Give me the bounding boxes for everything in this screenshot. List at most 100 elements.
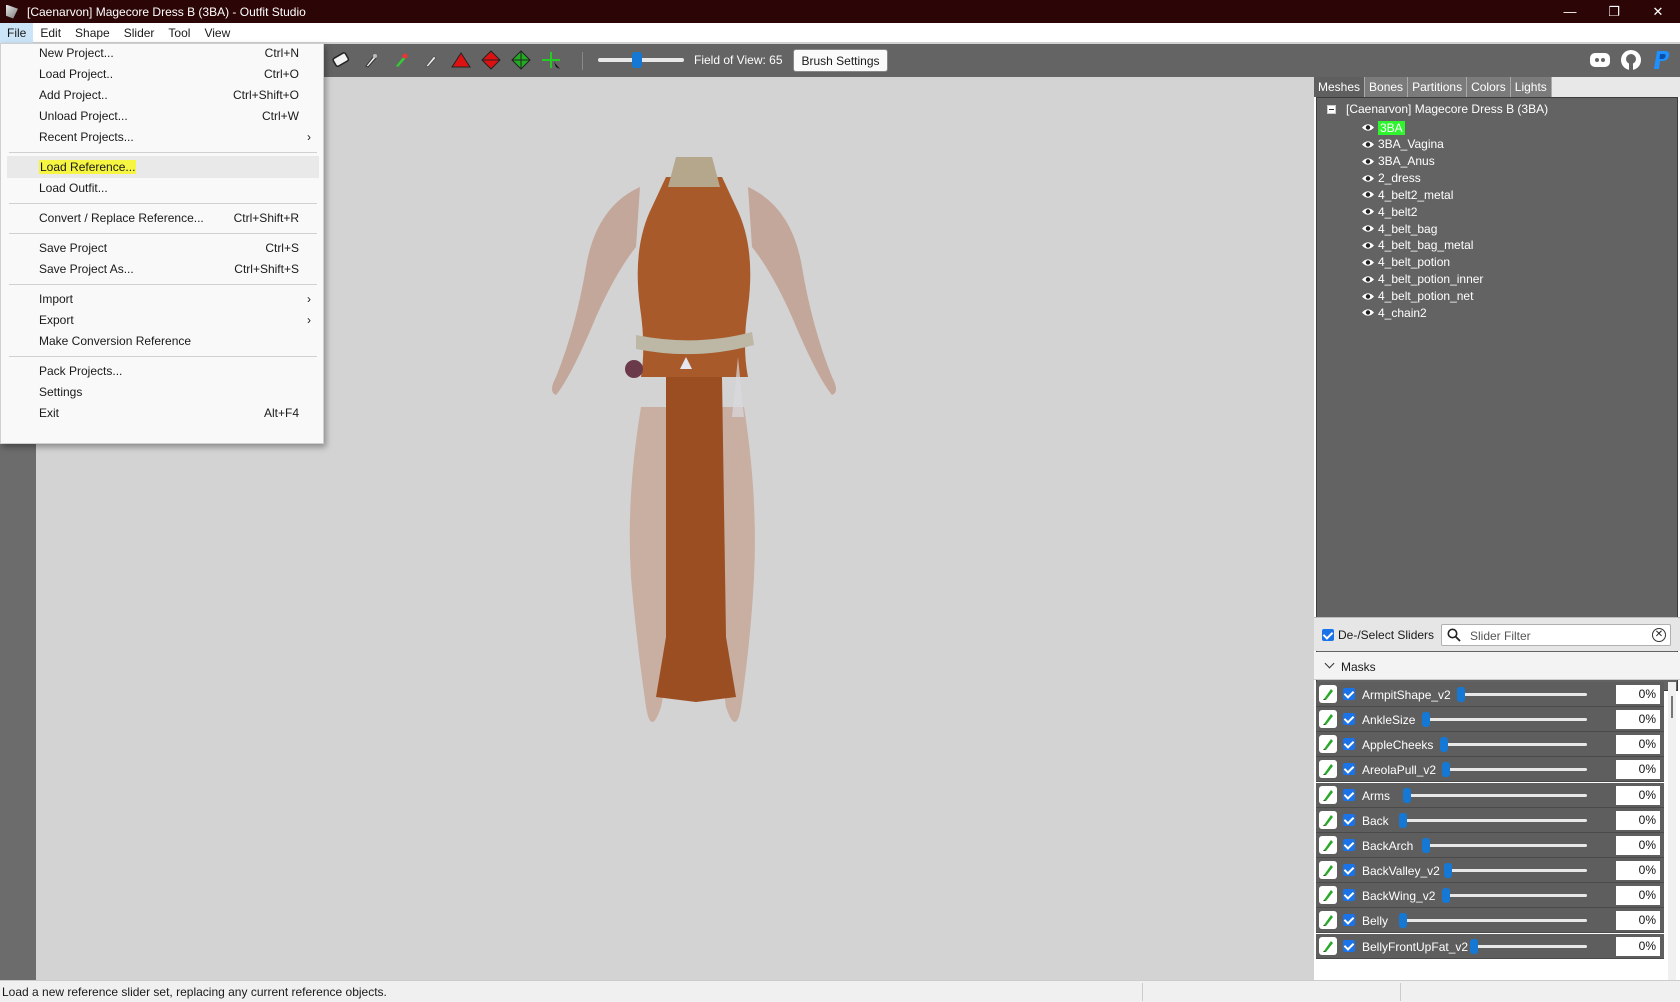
transform-icon[interactable] (540, 50, 562, 70)
smooth-brush-icon[interactable] (420, 50, 442, 70)
menu-convert-replace-reference[interactable]: Convert / Replace Reference... Ctrl+Shif… (7, 207, 319, 229)
eye-icon[interactable] (1361, 123, 1375, 132)
mesh-item[interactable]: 4_chain2 (1361, 304, 1427, 321)
slider-thumb[interactable] (1440, 737, 1448, 753)
mesh-item[interactable]: 4_belt_potion_net (1361, 288, 1473, 305)
slider-track[interactable] (1407, 793, 1587, 797)
slider-row[interactable]: AppleCheeks 0% (1316, 732, 1664, 758)
tree-root[interactable]: [Caenarvon] Magecore Dress B (3BA) (1327, 102, 1548, 116)
menu-save-project[interactable]: Save Project Ctrl+S (7, 237, 319, 259)
menu-recent-projects[interactable]: Recent Projects... › (7, 126, 319, 148)
slider-row[interactable]: AnkleSize 0% (1316, 707, 1664, 733)
menu-shape[interactable]: Shape (68, 23, 117, 43)
masks-section[interactable]: Masks (1314, 652, 1680, 680)
menu-exit[interactable]: Exit Alt+F4 (7, 402, 319, 424)
menu-new-project[interactable]: New Project... Ctrl+N (7, 42, 319, 64)
slider-filter-input[interactable]: Slider Filter ✕ (1441, 624, 1671, 646)
slider-row[interactable]: BackArch 0% (1316, 832, 1664, 858)
slider-value[interactable]: 0% (1616, 735, 1660, 755)
mesh-item[interactable]: 4_belt_bag (1361, 220, 1437, 237)
menu-settings[interactable]: Settings (7, 381, 319, 403)
slider-value[interactable]: 0% (1616, 911, 1660, 931)
menu-add-project[interactable]: Add Project.. Ctrl+Shift+O (7, 84, 319, 106)
mesh-item[interactable]: 4_belt2_metal (1361, 186, 1453, 203)
deselect-checkbox[interactable] (1322, 629, 1334, 641)
green-diamond-icon[interactable] (510, 50, 532, 70)
color-brush-icon[interactable] (390, 50, 412, 70)
slider-thumb[interactable] (1442, 888, 1450, 904)
mesh-item[interactable]: 3BA_Vagina (1361, 136, 1444, 153)
mesh-item[interactable]: 4_belt_bag_metal (1361, 237, 1473, 254)
slider-checkbox[interactable] (1343, 939, 1355, 952)
close-button[interactable]: ✕ (1636, 0, 1680, 23)
slider-track[interactable] (1461, 693, 1587, 696)
menu-save-project-as[interactable]: Save Project As... Ctrl+Shift+S (7, 258, 319, 280)
slider-row[interactable]: BackValley_v2 0% (1316, 858, 1664, 884)
slider-checkbox[interactable] (1343, 713, 1355, 726)
slider-thumb[interactable] (1444, 863, 1452, 879)
slider-row[interactable]: BellyFrontUpFat_v2 0% (1316, 933, 1664, 959)
slider-checkbox[interactable] (1343, 738, 1355, 751)
menu-slider[interactable]: Slider (117, 23, 162, 43)
slider-checkbox[interactable] (1343, 864, 1355, 877)
edit-slider-icon[interactable] (1319, 685, 1337, 703)
red-diamond-icon[interactable] (480, 50, 502, 70)
eye-icon[interactable] (1361, 190, 1375, 199)
eye-icon[interactable] (1361, 174, 1375, 183)
menu-export[interactable]: Export › (7, 309, 319, 331)
minimize-button[interactable]: — (1548, 0, 1592, 23)
slider-value[interactable]: 0% (1616, 835, 1660, 855)
eye-icon[interactable] (1361, 241, 1375, 250)
slider-value[interactable]: 0% (1616, 810, 1660, 830)
mesh-item[interactable]: 4_belt_potion (1361, 254, 1450, 271)
edit-slider-icon[interactable] (1319, 861, 1337, 880)
tab-meshes[interactable]: Meshes (1314, 77, 1366, 97)
github-icon[interactable] (1619, 48, 1643, 72)
eye-icon[interactable] (1361, 308, 1375, 317)
menu-pack-projects[interactable]: Pack Projects... (7, 360, 319, 382)
slider-track[interactable] (1474, 944, 1587, 948)
edit-slider-icon[interactable] (1319, 810, 1337, 829)
menu-import[interactable]: Import › (7, 288, 319, 310)
mesh-tree[interactable]: [Caenarvon] Magecore Dress B (3BA) 3BA 3B… (1316, 97, 1678, 691)
discord-icon[interactable] (1588, 48, 1612, 72)
clear-filter-icon[interactable]: ✕ (1652, 628, 1666, 642)
slider-value[interactable]: 0% (1616, 760, 1660, 780)
slider-scrollbar[interactable] (1668, 682, 1676, 980)
brush-settings-button[interactable]: Brush Settings (793, 49, 888, 72)
tab-partitions[interactable]: Partitions (1408, 77, 1468, 97)
menu-load-outfit[interactable]: Load Outfit... (7, 177, 319, 199)
slider-value[interactable]: 0% (1616, 710, 1660, 730)
edit-slider-icon[interactable] (1319, 785, 1337, 804)
slider-track[interactable] (1426, 843, 1587, 847)
menu-tool[interactable]: Tool (161, 23, 197, 43)
slider-checkbox[interactable] (1343, 889, 1355, 902)
slider-checkbox[interactable] (1343, 688, 1355, 700)
edit-slider-icon[interactable] (1319, 760, 1337, 779)
eye-icon[interactable] (1361, 157, 1375, 166)
slider-thumb[interactable] (1457, 687, 1465, 702)
slider-thumb[interactable] (1399, 913, 1407, 929)
slider-value[interactable]: 0% (1616, 685, 1660, 704)
slider-row[interactable]: BackWing_v2 0% (1316, 883, 1664, 909)
mesh-item[interactable]: 3BA_Anus (1361, 153, 1435, 170)
slider-checkbox[interactable] (1343, 914, 1355, 927)
slider-value[interactable]: 0% (1616, 861, 1660, 881)
brush-icon[interactable] (360, 50, 382, 70)
menu-load-reference[interactable]: Load Reference... (7, 156, 319, 178)
tab-colors[interactable]: Colors (1467, 77, 1511, 97)
slider-row[interactable]: Belly 0% (1316, 908, 1664, 934)
menu-load-project[interactable]: Load Project.. Ctrl+O (7, 63, 319, 85)
eye-icon[interactable] (1361, 207, 1375, 216)
mesh-item[interactable]: 4_belt2 (1361, 203, 1417, 220)
menu-edit[interactable]: Edit (33, 23, 68, 43)
mesh-item[interactable]: 4_belt_potion_inner (1361, 271, 1483, 288)
slider-value[interactable]: 0% (1616, 936, 1660, 956)
deselect-sliders-toggle[interactable]: De-/Select Sliders (1322, 628, 1434, 642)
slider-value[interactable]: 0% (1616, 886, 1660, 906)
slider-track[interactable] (1446, 768, 1587, 772)
eye-icon[interactable] (1361, 140, 1375, 149)
eye-icon[interactable] (1361, 292, 1375, 301)
edit-slider-icon[interactable] (1319, 735, 1337, 754)
mesh-item[interactable]: 3BA (1361, 119, 1405, 136)
